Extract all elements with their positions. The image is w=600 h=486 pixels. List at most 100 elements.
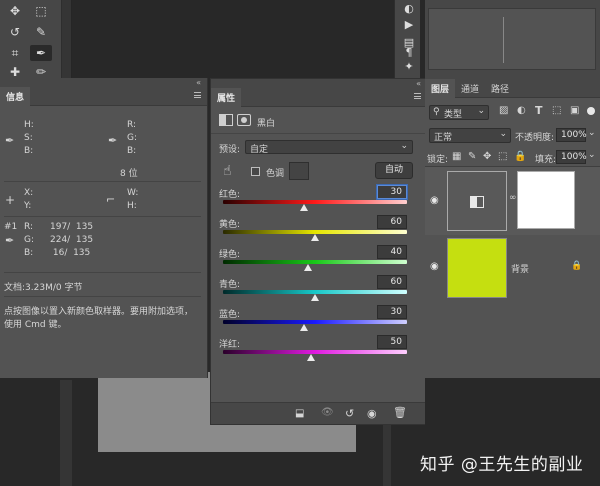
blue-slider-track[interactable] — [223, 320, 407, 324]
yellow-slider-thumb[interactable] — [311, 234, 319, 241]
shape-filter-icon[interactable]: ⬚ — [552, 105, 561, 116]
visibility-eye-icon[interactable]: ◉ — [430, 261, 439, 272]
layers-tabs: 图层 通道 路径 — [425, 78, 600, 98]
chevron-down-icon: ⌄ — [499, 129, 507, 139]
red-slider-thumb[interactable] — [299, 204, 308, 211]
tab-info[interactable]: 信息 — [0, 87, 31, 106]
targeted-adjustment-hand-icon[interactable]: ☝ — [223, 163, 232, 179]
cyan-value-field[interactable]: 60 — [377, 275, 407, 289]
filter-toggle[interactable] — [587, 107, 595, 115]
y-label: Y: — [24, 201, 32, 211]
panel-menu-icon[interactable] — [414, 93, 421, 99]
properties-panel-header: « 属性 — [211, 79, 427, 107]
paragraph-icon[interactable]: ¶ — [402, 46, 416, 60]
r-label: R: — [127, 120, 137, 130]
move-tool-icon[interactable]: ✥ — [4, 3, 26, 19]
g-label: G: — [127, 133, 138, 143]
marquee-tool-icon[interactable]: ⬚ — [30, 3, 52, 19]
lock-all-icon[interactable]: 🔒 — [514, 151, 526, 162]
lock-transparent-icon[interactable]: ▦ — [452, 151, 461, 162]
fill-label: 填充: — [535, 155, 557, 165]
quick-select-tool-icon[interactable]: ✎ — [30, 24, 52, 40]
divider — [4, 216, 201, 217]
auto-button[interactable]: 自动 — [375, 162, 413, 179]
tint-checkbox[interactable] — [251, 167, 260, 176]
tint-label: 色调 — [266, 169, 285, 179]
layer-name[interactable]: 背景 — [511, 262, 529, 275]
chevron-down-icon[interactable]: ⌄ — [588, 150, 596, 160]
blue-value-field[interactable]: 30 — [377, 305, 407, 319]
background-thumbnail[interactable] — [447, 238, 507, 298]
h2-label: H: — [127, 201, 137, 211]
yellow-value-field[interactable]: 60 — [377, 215, 407, 229]
adjustment-thumbnail[interactable] — [447, 171, 507, 231]
selection-size-icon: ⌐ — [106, 193, 116, 206]
crop-tool-icon[interactable]: ⌗ — [4, 45, 26, 61]
smart-object-filter-icon[interactable]: ▣ — [570, 105, 579, 116]
tint-color-swatch[interactable] — [289, 162, 309, 180]
magenta-slider-thumb[interactable] — [307, 354, 316, 361]
layer-row-adjustment[interactable]: ◉ ∞ — [425, 167, 600, 235]
opacity-field[interactable]: 100% — [556, 128, 587, 142]
opacity-label: 不透明度: — [515, 133, 555, 143]
collapse-icon[interactable]: « — [416, 79, 421, 88]
red-slider-track[interactable] — [223, 200, 407, 204]
library-icon[interactable]: ✦ — [402, 60, 416, 74]
watermark: 知乎 @王先生的副业 — [420, 455, 584, 475]
red-slider-label: 红色: — [219, 190, 241, 200]
layer-filter-dropdown[interactable]: ⚲ 类型 ⌄ — [429, 105, 489, 120]
view-previous-icon[interactable]: 👁 — [321, 407, 334, 418]
adjustment-filter-icon[interactable]: ◐ — [517, 105, 526, 116]
green-slider-track[interactable] — [223, 260, 407, 264]
panel-menu-icon[interactable] — [194, 92, 201, 98]
blue-slider-thumb[interactable] — [299, 324, 308, 331]
tab-layers[interactable]: 图层 — [425, 79, 456, 98]
b2-label: B: — [127, 146, 137, 156]
tab-properties[interactable]: 属性 — [211, 88, 242, 107]
layer-row-background[interactable]: ◉ 背景 🔒 — [425, 235, 600, 301]
lock-artboard-icon[interactable]: ⬚ — [498, 151, 507, 162]
magenta-slider-label: 洋红: — [219, 340, 241, 350]
magenta-value-field[interactable]: 50 — [377, 335, 407, 349]
preset-label: 预设: — [219, 145, 241, 155]
cyan-slider-thumb[interactable] — [311, 294, 319, 301]
clip-to-layer-icon[interactable]: ⬓ — [295, 408, 304, 419]
blend-mode-dropdown[interactable]: 正常 ⌄ — [429, 128, 511, 143]
actions-play-icon[interactable]: ▶ — [402, 18, 416, 32]
tab-paths[interactable]: 路径 — [491, 82, 509, 95]
layer-mask-thumbnail[interactable] — [517, 171, 575, 229]
chevron-down-icon[interactable]: ⌄ — [588, 128, 596, 138]
reset-icon[interactable]: ↺ — [345, 407, 354, 420]
layers-panel: 图层 通道 路径 ⚲ 类型 ⌄ ▨ ◐ T ⬚ ▣ 正常 ⌄ 不透明度: 100… — [425, 78, 600, 378]
properties-footer: ⬓ 👁 ↺ ◉ 🗑 — [211, 402, 427, 424]
divider — [4, 181, 201, 182]
visibility-eye-icon[interactable]: ◉ — [430, 195, 439, 206]
search-icon: ⚲ — [433, 107, 440, 117]
h-label: H: — [24, 120, 34, 130]
mask-icon[interactable] — [237, 114, 251, 126]
lock-position-icon[interactable]: ✥ — [483, 151, 491, 162]
preset-dropdown[interactable]: 自定 ⌄ — [245, 140, 413, 155]
crosshair-icon: + — [5, 193, 16, 207]
document-size: 文档:3.23M/0 字节 — [4, 283, 83, 293]
collapse-icon[interactable]: « — [196, 78, 201, 87]
w-label: W: — [127, 188, 139, 198]
navigator-preview[interactable] — [428, 8, 596, 70]
red-value-field[interactable]: 30 — [377, 185, 407, 199]
pixel-filter-icon[interactable]: ▨ — [499, 105, 508, 116]
lock-pixels-icon[interactable]: ✎ — [468, 151, 476, 162]
color-icon[interactable]: ◐ — [402, 2, 416, 16]
adjustment-name: 黑白 — [257, 119, 276, 129]
fill-field[interactable]: 100% — [556, 150, 587, 164]
tab-channels[interactable]: 通道 — [461, 82, 479, 95]
vertical-ruler-lower — [60, 380, 72, 486]
delete-icon[interactable]: 🗑 — [393, 406, 407, 419]
green-slider-thumb[interactable] — [303, 264, 312, 271]
s-label: S: — [24, 133, 33, 143]
lasso-tool-icon[interactable]: ↺ — [4, 24, 26, 40]
link-icon[interactable]: ∞ — [509, 193, 517, 203]
visibility-eye-icon[interactable]: ◉ — [367, 407, 377, 420]
type-filter-icon[interactable]: T — [535, 104, 543, 117]
green-value-field[interactable]: 40 — [377, 245, 407, 259]
eyedropper-tool-icon[interactable]: ✒ — [30, 45, 52, 61]
